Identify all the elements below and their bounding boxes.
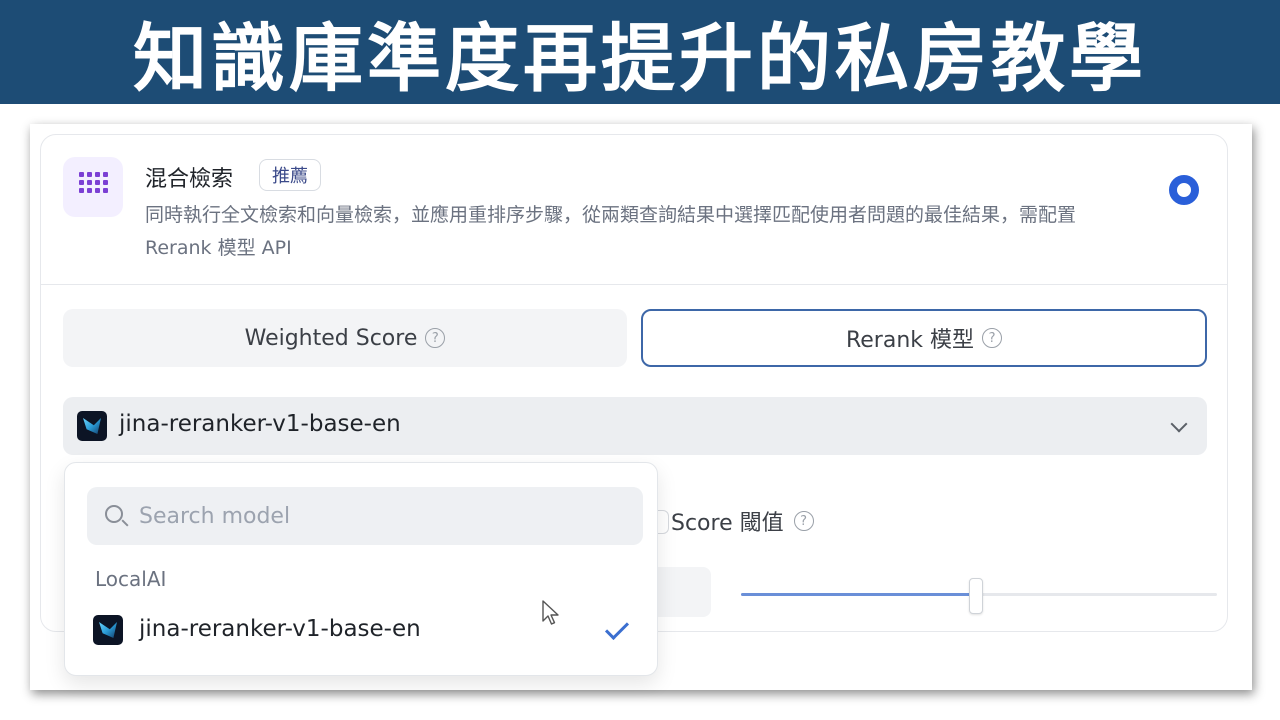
rerank-model-select[interactable]: jina-reranker-v1-base-en (63, 397, 1207, 455)
tab-rerank-model[interactable]: Rerank 模型 ? (641, 309, 1207, 367)
selected-model-name: jina-reranker-v1-base-en (119, 411, 401, 437)
search-input[interactable] (139, 499, 619, 533)
help-icon[interactable]: ? (793, 511, 814, 531)
hybrid-search-option[interactable]: 混合檢索 推薦 同時執行全文檢索和向量檢索，並應用重排序步驟，從兩類查詢結果中選… (41, 135, 1227, 285)
grid-dots-icon (63, 157, 123, 217)
score-slider-thumb[interactable] (969, 578, 983, 614)
option-description: 同時執行全文檢索和向量檢索，並應用重排序步驟，從兩類查詢結果中選擇匹配使用者問題… (145, 204, 1077, 259)
model-option-label: jina-reranker-v1-base-en (139, 616, 421, 642)
screenshot-panel: 混合檢索 推薦 同時執行全文檢索和向量檢索，並應用重排序步驟，從兩類查詢結果中選… (30, 124, 1252, 690)
banner: 知識庫準度再提升的私房教學 (0, 0, 1280, 104)
chevron-down-icon[interactable] (1170, 415, 1188, 433)
help-icon[interactable]: ? (982, 328, 1003, 348)
tab-weighted-score[interactable]: Weighted Score ? (63, 309, 627, 367)
selected-radio[interactable] (1169, 175, 1199, 205)
tab-label: Weighted Score (244, 325, 418, 351)
search-icon (105, 505, 123, 523)
model-logo-icon (93, 615, 123, 645)
model-dropdown: LocalAI jina-reranker-v1-base-en (64, 462, 658, 676)
check-icon (604, 615, 630, 641)
score-threshold-text: Score 閾值 (671, 511, 784, 536)
banner-title: 知識庫準度再提升的私房教學 (133, 15, 1147, 102)
help-icon[interactable]: ? (425, 328, 446, 348)
mouse-cursor-icon (542, 600, 559, 625)
search-box[interactable] (87, 487, 643, 545)
model-logo-icon (77, 411, 107, 441)
option-title: 混合檢索 (145, 167, 234, 192)
score-threshold-label: Score 閾值 ? (671, 505, 814, 537)
recommended-badge: 推薦 (259, 159, 321, 191)
tab-label: Rerank 模型 (845, 328, 975, 353)
provider-group-label: LocalAI (95, 567, 167, 591)
score-slider-fill (741, 593, 979, 596)
